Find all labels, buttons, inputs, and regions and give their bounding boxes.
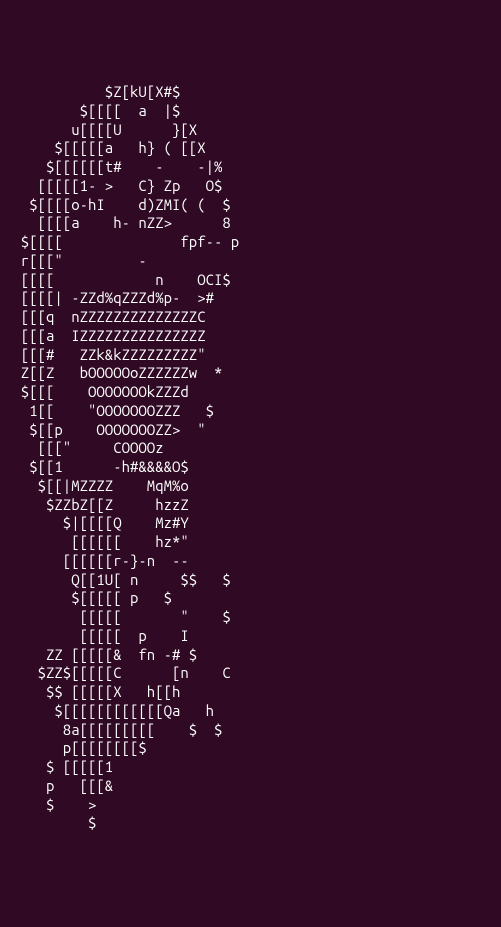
terminal-output: $Z[kU[X#$ $[[[[ a |$ u[[[[U }[X $[[[[[a … [4,83,497,833]
ascii-art-block: $Z[kU[X#$ $[[[[ a |$ u[[[[U }[X $[[[[[a … [4,83,239,831]
